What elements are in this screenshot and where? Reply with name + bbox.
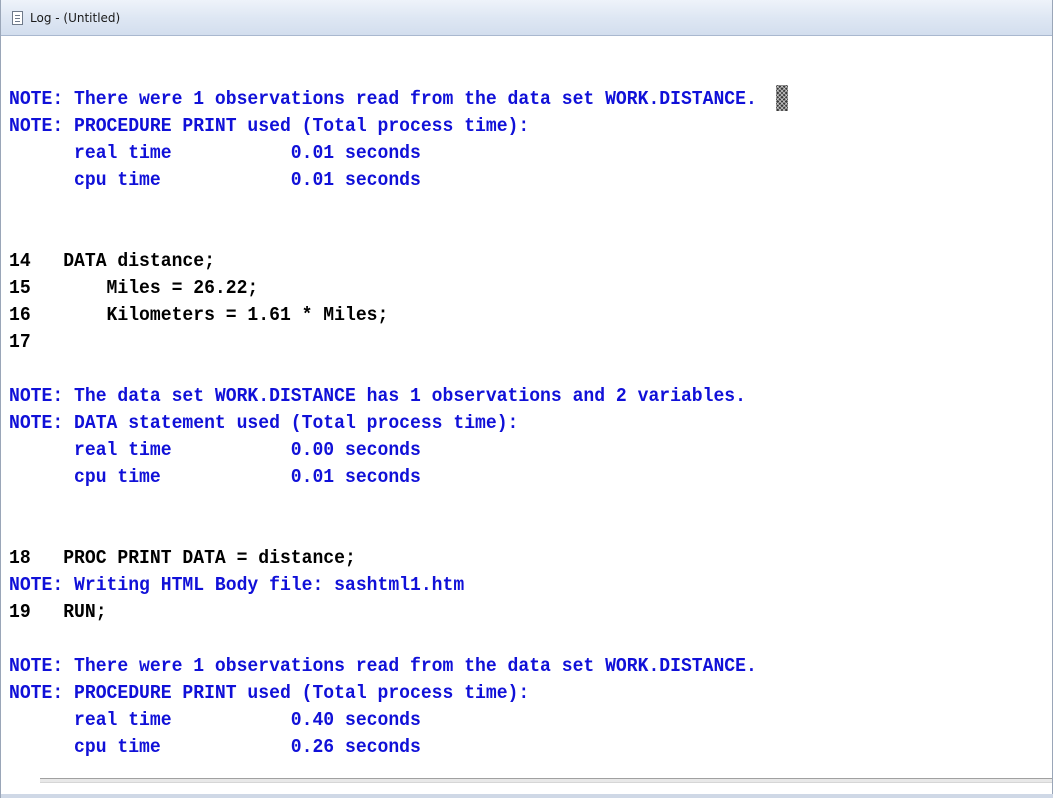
log-line-text: real time 0.01 seconds — [9, 142, 421, 164]
text-cursor — [776, 85, 788, 111]
log-line-text: 16 Kilometers = 1.61 * Miles; — [9, 304, 389, 326]
log-source-line: 19 RUN; — [9, 599, 1049, 626]
log-note-line: NOTE: PROCEDURE PRINT used (Total proces… — [9, 113, 1049, 140]
log-note-line: cpu time 0.01 seconds — [9, 464, 1049, 491]
log-line-text: 15 Miles = 26.22; — [9, 277, 259, 299]
log-note-line: NOTE: The data set WORK.DISTANCE has 1 o… — [9, 383, 1049, 410]
log-line-text: NOTE: There were 1 observations read fro… — [9, 655, 757, 677]
log-blank-line — [9, 626, 1049, 653]
log-line-text: NOTE: There were 1 observations read fro… — [9, 88, 757, 110]
log-line-text: 18 PROC PRINT DATA = distance; — [9, 547, 356, 569]
document-icon — [12, 11, 23, 25]
window-bottom-edge — [1, 794, 1053, 798]
log-note-line: NOTE: There were 1 observations read fro… — [9, 653, 1049, 680]
log-line-text: 17 — [9, 331, 31, 353]
log-note-line: NOTE: DATA statement used (Total process… — [9, 410, 1049, 437]
log-blank-line — [9, 518, 1049, 545]
log-source-line: 14 DATA distance; — [9, 248, 1049, 275]
log-line-text: cpu time 0.01 seconds — [9, 169, 421, 191]
log-source-line: 17 — [9, 329, 1049, 356]
log-source-line: 16 Kilometers = 1.61 * Miles; — [9, 302, 1049, 329]
log-blank-line — [9, 221, 1049, 248]
log-note-line: real time 0.40 seconds — [9, 707, 1049, 734]
log-note-line: cpu time 0.01 seconds — [9, 167, 1049, 194]
log-content[interactable]: NOTE: There were 1 observations read fro… — [9, 59, 1049, 764]
log-line-text: real time 0.40 seconds — [9, 709, 421, 731]
log-line-text: NOTE: PROCEDURE PRINT used (Total proces… — [9, 115, 530, 137]
log-blank-line — [9, 356, 1049, 383]
log-line-text: NOTE: The data set WORK.DISTANCE has 1 o… — [9, 385, 746, 407]
log-line-text: NOTE: Writing HTML Body file: sashtml1.h… — [9, 574, 465, 596]
window-title: Log - (Untitled) — [30, 11, 121, 25]
log-line-text: NOTE: PROCEDURE PRINT used (Total proces… — [9, 682, 530, 704]
log-line-text: 14 DATA distance; — [9, 250, 215, 272]
log-note-line: NOTE: PROCEDURE PRINT used (Total proces… — [9, 680, 1049, 707]
log-blank-line — [9, 194, 1049, 221]
log-blank-line — [9, 491, 1049, 518]
log-note-line: NOTE: Writing HTML Body file: sashtml1.h… — [9, 572, 1049, 599]
log-note-line: real time 0.00 seconds — [9, 437, 1049, 464]
log-blank-line — [9, 59, 1049, 86]
log-window: Log - (Untitled) NOTE: There were 1 obse… — [0, 0, 1053, 798]
log-note-line: cpu time 0.26 seconds — [9, 734, 1049, 761]
log-note-line: NOTE: There were 1 observations read fro… — [9, 86, 1049, 113]
log-line-text: NOTE: DATA statement used (Total process… — [9, 412, 519, 434]
log-source-line: 15 Miles = 26.22; — [9, 275, 1049, 302]
log-note-line: real time 0.01 seconds — [9, 140, 1049, 167]
title-bar[interactable]: Log - (Untitled) — [1, 0, 1052, 36]
log-line-text: cpu time 0.26 seconds — [9, 736, 421, 758]
horizontal-scrollbar[interactable] — [40, 778, 1052, 783]
log-line-text: cpu time 0.01 seconds — [9, 466, 421, 488]
log-line-text: 19 RUN; — [9, 601, 107, 623]
log-line-text: real time 0.00 seconds — [9, 439, 421, 461]
log-source-line: 18 PROC PRINT DATA = distance; — [9, 545, 1049, 572]
